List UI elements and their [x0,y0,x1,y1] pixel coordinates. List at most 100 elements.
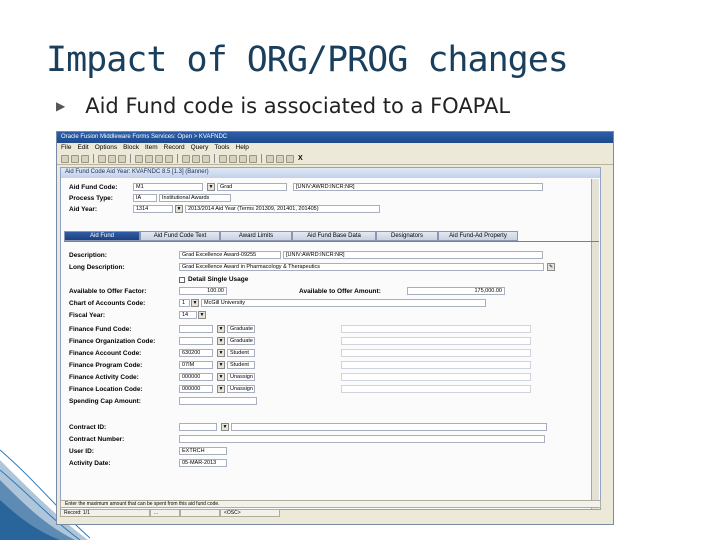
description-extra: [UNIV:AWRD:INCR:NR] [283,251,543,259]
next-record-icon[interactable] [165,154,173,163]
menu-bar: File Edit Options Block Item Record Quer… [57,143,613,153]
finance-account-description: Student [227,349,255,357]
tab-aid-fund-ad-property[interactable]: Aid Fund-Ad Property [438,231,518,241]
search-icon[interactable] [239,154,247,163]
insert-record-icon[interactable] [98,154,106,163]
aid-year-description: 2013/2014 Aid Year (Terms 201309, 201401… [185,205,380,213]
finance-location-dropdown[interactable]: ▼ [217,385,225,393]
options-icon[interactable] [266,154,274,163]
tab-aid-fund[interactable]: Aid Fund [64,231,140,241]
toolbar-divider [130,154,131,163]
finance-fund-extra [341,325,531,333]
description-field[interactable]: Grad Excellence Award-09255 [179,251,281,259]
extract-icon[interactable] [276,154,284,163]
long-description-field[interactable]: Grad Excellence Award in Pharmacology & … [179,263,544,271]
finance-org-dropdown[interactable]: ▼ [217,337,225,345]
chart-of-accounts-dropdown[interactable]: ▼ [191,299,199,307]
finance-activity-description: Unassign [227,373,255,381]
tab-designators[interactable]: Designators [376,231,438,241]
execute-query-icon[interactable] [192,154,200,163]
chart-of-accounts-label: Chart of Accounts Code: [69,300,146,307]
toolbar: X [57,153,613,165]
cancel-query-icon[interactable] [202,154,210,163]
toolbar-divider [214,154,215,163]
available-factor-field[interactable]: 100.00 [179,287,227,295]
tab-aid-fund-base-data[interactable]: Aid Fund Base Data [292,231,376,241]
process-type-field[interactable]: IA [133,194,157,202]
finance-account-dropdown[interactable]: ▼ [217,349,225,357]
menu-edit[interactable]: Edit [77,144,88,152]
detail-single-usage-checkbox[interactable] [179,277,185,283]
toolbar-divider [93,154,94,163]
contract-number-field[interactable] [179,435,545,443]
finance-activity-dropdown[interactable]: ▼ [217,373,225,381]
print-icon[interactable] [219,154,227,163]
finance-activity-label: Finance Activity Code: [69,374,139,381]
menu-help[interactable]: Help [236,144,249,152]
contract-id-dropdown[interactable]: ▼ [221,423,229,431]
fiscal-year-dropdown[interactable]: ▼ [198,311,206,319]
finance-account-label: Finance Account Code: [69,350,142,357]
finance-org-description: Graduate [227,337,255,345]
menu-query[interactable]: Query [191,144,209,152]
aid-fund-code-dropdown[interactable]: ▼ [207,183,215,191]
menu-block[interactable]: Block [123,144,139,152]
previous-block-icon[interactable] [135,154,143,163]
contract-number-label: Contract Number: [69,436,125,443]
available-amount-field[interactable]: 175,000.00 [407,287,505,295]
aid-fund-code-field[interactable]: M1 [133,183,203,191]
help-icon[interactable] [229,154,237,163]
spending-cap-field[interactable] [179,397,257,405]
status-cell-3 [180,509,220,517]
form-canvas: Aid Fund Code Aid Year: KVAFNDC 8.5 [1.3… [60,167,601,510]
save-icon[interactable] [61,154,69,163]
chart-of-accounts-field[interactable]: 1 [179,299,190,307]
finance-account-field[interactable]: 630200 [179,349,213,357]
slide-title: Impact of ORG/PROG changes [46,40,569,80]
enter-query-icon[interactable] [182,154,190,163]
fiscal-year-field[interactable]: 14 [179,311,197,319]
rollback-icon[interactable] [71,154,79,163]
close-icon[interactable]: X [298,155,303,162]
next-block-icon[interactable] [145,154,153,163]
form-title: Aid Fund Code Aid Year: KVAFNDC 8.5 [1.3… [61,168,600,178]
aid-fund-code-extra: [UNIV:AWRD:INCR:NR] [293,183,543,191]
menu-tools[interactable]: Tools [214,144,229,152]
aid-year-field[interactable]: 1314 [133,205,173,213]
contract-id-field[interactable] [179,423,217,431]
aid-year-dropdown[interactable]: ▼ [175,205,183,213]
process-type-label: Process Type: [69,195,113,202]
finance-fund-field[interactable] [179,325,213,333]
finance-org-field[interactable] [179,337,213,345]
finance-location-extra [341,385,531,393]
finance-program-dropdown[interactable]: ▼ [217,361,225,369]
menu-record[interactable]: Record [164,144,185,152]
vertical-scrollbar[interactable] [591,179,599,509]
finance-fund-dropdown[interactable]: ▼ [217,325,225,333]
menu-options[interactable]: Options [95,144,117,152]
finance-location-field[interactable]: 000000 [179,385,213,393]
clear-record-icon[interactable] [118,154,126,163]
tab-aid-fund-code-text[interactable]: Aid Fund Code Text [140,231,220,241]
email-icon[interactable] [286,154,294,163]
finance-org-label: Finance Organization Code: [69,338,156,345]
available-factor-label: Available to Offer Factor: [69,288,147,295]
window-titlebar: Oracle Fusion Middleware Forms Services:… [57,132,613,143]
menu-item[interactable]: Item [145,144,158,152]
finance-program-description: Student [227,361,255,369]
finance-activity-field[interactable]: 000000 [179,373,213,381]
finance-account-extra [341,349,531,357]
tab-award-limits[interactable]: Award Limits [220,231,292,241]
finance-program-label: Finance Program Code: [69,362,143,369]
finance-program-field[interactable]: 07IM [179,361,213,369]
activity-date-label: Activity Date: [69,460,111,467]
previous-record-icon[interactable] [155,154,163,163]
delete-record-icon[interactable] [108,154,116,163]
aid-year-label: Aid Year: [69,206,98,213]
aid-fund-code-description: Grad [217,183,287,191]
edit-icon[interactable]: ✎ [547,263,555,271]
toolbar-divider [261,154,262,163]
attach-icon[interactable] [249,154,257,163]
exit-icon[interactable] [81,154,89,163]
menu-file[interactable]: File [61,144,71,152]
